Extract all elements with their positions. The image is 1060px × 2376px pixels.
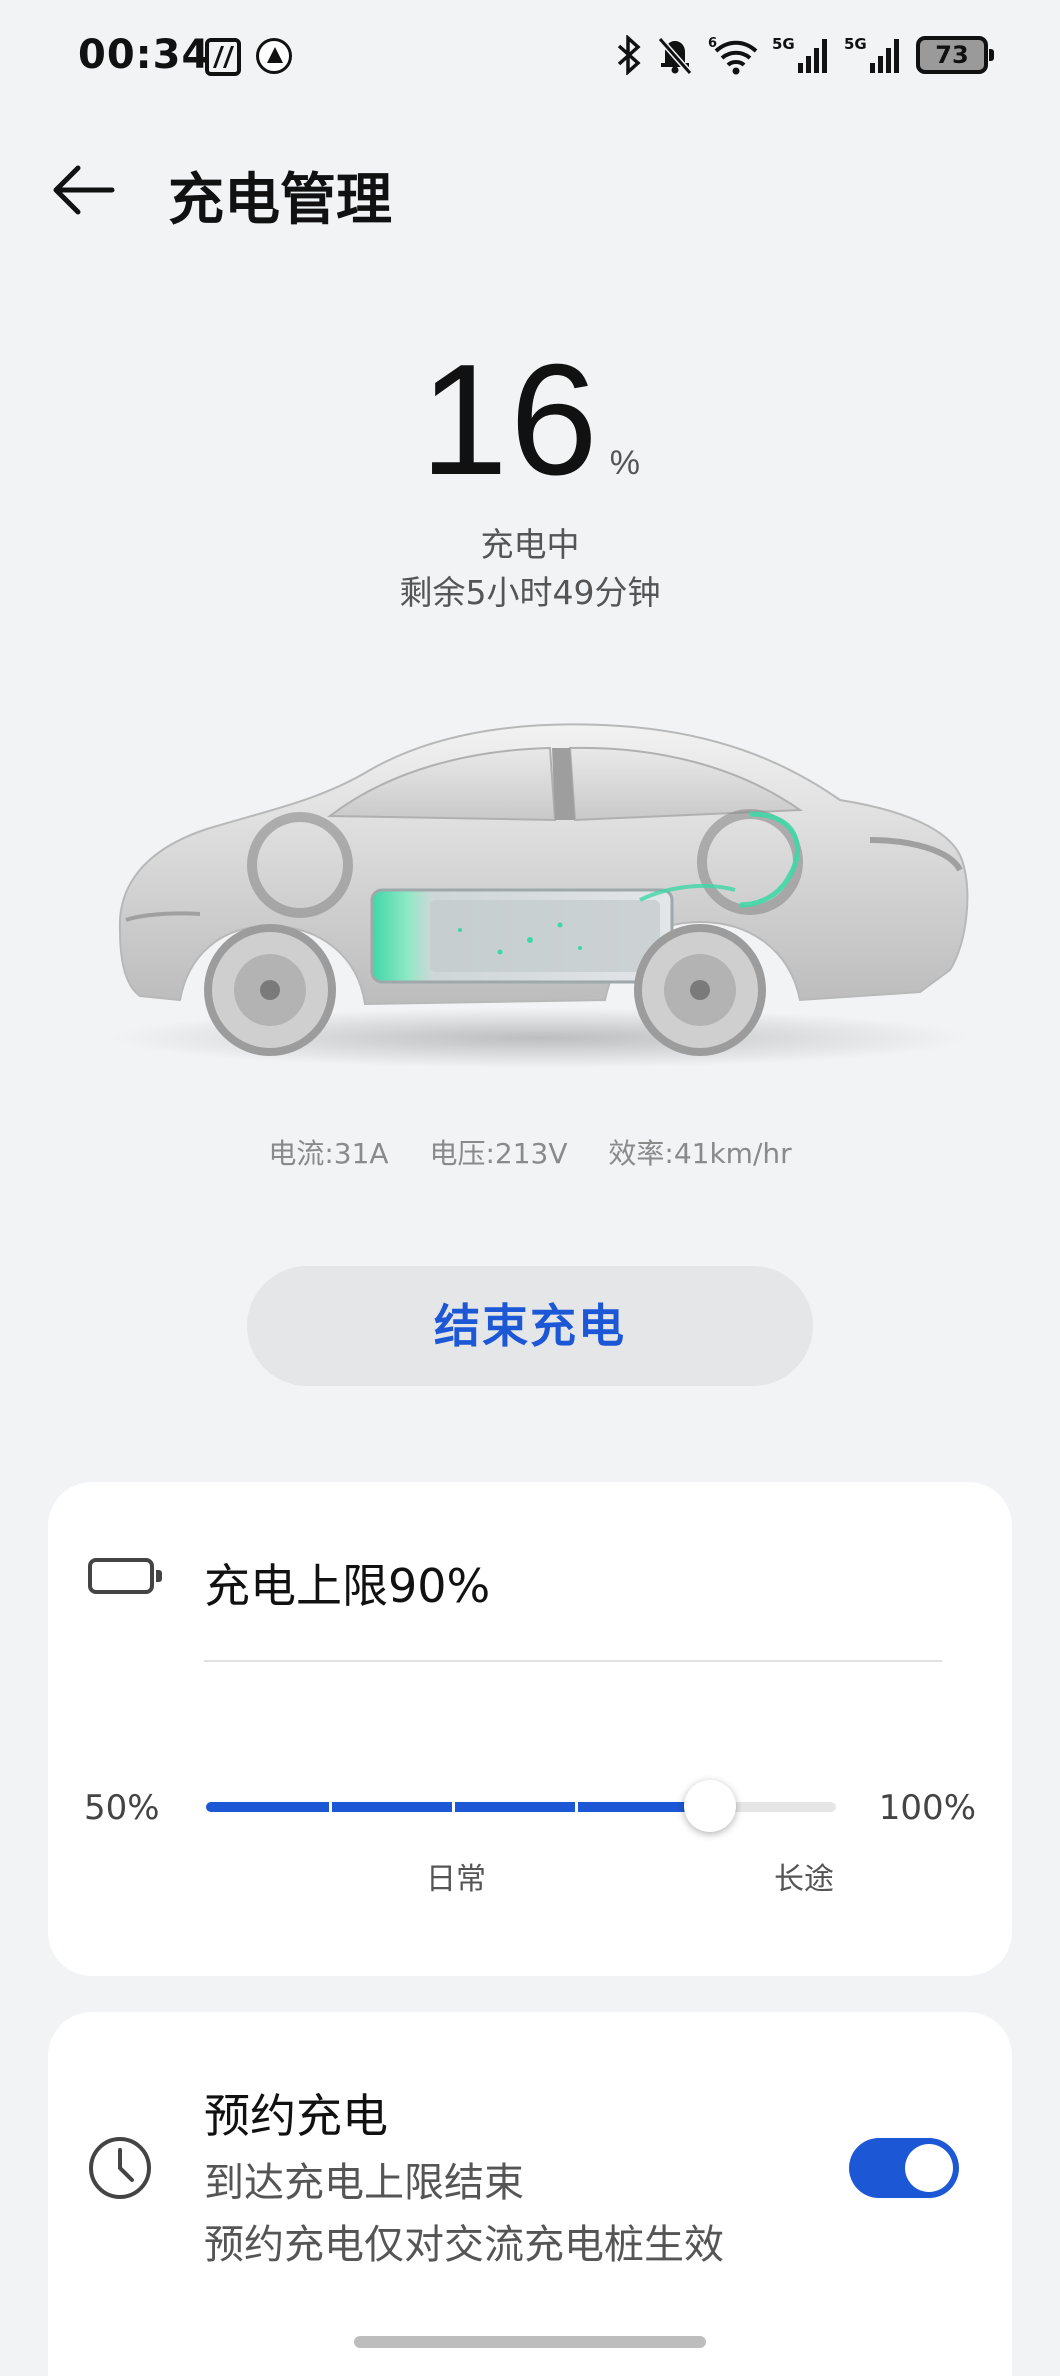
end-charging-button[interactable]: 结束充电 (247, 1266, 813, 1386)
charge-unit: % (609, 444, 640, 482)
battery-icon (88, 1558, 162, 1594)
charge-remaining-time: 剩余5小时49分钟 (399, 573, 661, 612)
charge-limit-slider[interactable] (206, 1780, 836, 1832)
home-indicator[interactable] (354, 2336, 706, 2348)
5g-signal-icon: 5G (844, 35, 899, 73)
metric-voltage: 电压:213V (429, 1137, 568, 1170)
charge-state: 充电中 (480, 525, 580, 564)
slider-label-long: 长途 (774, 1862, 834, 1897)
status-icons: 6 5G 5G 73 (616, 30, 994, 80)
wifi-icon: 6 (708, 36, 758, 75)
app-notification-icon (256, 38, 292, 74)
svg-text:5G: 5G (772, 35, 795, 53)
5g-signal-icon: 5G (772, 35, 827, 73)
slider-tick (329, 1802, 332, 1812)
back-arrow-icon[interactable] (48, 160, 120, 220)
page-title: 充电管理 (168, 168, 392, 233)
charge-percent: 16% (0, 330, 1060, 511)
scheduled-charging-subtitle: 到达充电上限结束 (204, 2160, 524, 2206)
slider-label-daily: 日常 (426, 1862, 486, 1897)
metric-current: 电流:31A (268, 1137, 389, 1170)
car-battery-illustration (110, 723, 970, 1068)
scheduled-charging-note: 预约充电仅对交流充电桩生效 (204, 2222, 724, 2268)
slider-tick (452, 1802, 455, 1812)
slider-thumb[interactable] (684, 1780, 736, 1832)
clock-icon (89, 2137, 151, 2199)
mute-bell-icon (657, 37, 693, 75)
status-time: 00:34 (78, 32, 211, 78)
battery-status-icon: 73 (916, 36, 994, 74)
charge-value: 16 (420, 332, 600, 508)
bluetooth-icon (617, 35, 641, 75)
slider-fill (206, 1802, 710, 1812)
nfc-icon (205, 38, 241, 76)
charging-metrics: 电流:31A 电压:213V 效率:41km/hr (0, 1132, 1060, 1172)
slider-min-label: 50% (84, 1788, 160, 1828)
metric-efficiency: 效率:41km/hr (608, 1137, 792, 1170)
slider-tick (575, 1802, 578, 1812)
charge-limit-title: 充电上限90% (204, 1559, 491, 1613)
scheduled-charging-card: 预约充电 到达充电上限结束 预约充电仅对交流充电桩生效 (48, 2012, 1012, 2376)
charging-management-page: 00:34 6 5G 5G 73 充电管理 16 % 充电中 剩余5小时49分钟… (0, 0, 1060, 2376)
divider (204, 1660, 942, 1662)
slider-max-label: 100% (878, 1788, 976, 1828)
battery-level: 73 (935, 41, 969, 69)
scheduled-charging-toggle[interactable] (849, 2138, 959, 2198)
svg-text:5G: 5G (844, 35, 867, 53)
charge-limit-card: 充电上限90% 50% 100% 日常 长途 (48, 1482, 1012, 1976)
status-bar: 00:34 6 5G 5G 73 (0, 0, 1060, 110)
scheduled-charging-title: 预约充电 (204, 2089, 388, 2143)
